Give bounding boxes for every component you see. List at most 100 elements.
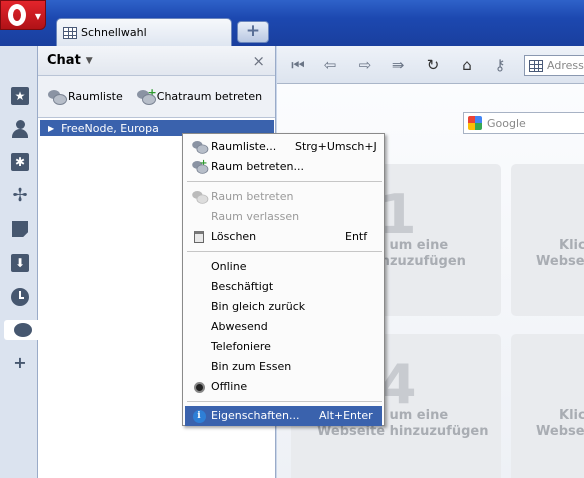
tile-text-1: , um eine — [380, 238, 449, 253]
settings-panel-button[interactable]: ✱ — [10, 152, 30, 172]
menu-item-label: Online — [211, 260, 247, 273]
chevron-down-icon[interactable]: ▼ — [86, 56, 93, 66]
key-icon[interactable]: ⚷ — [490, 55, 510, 75]
menu-item-label: Bin zum Essen — [211, 360, 292, 373]
chat-bubble-icon — [13, 323, 32, 337]
tile-text-2: Webseite hinzuzufügen — [317, 424, 489, 439]
tile-text-1: Klick — [559, 408, 584, 423]
menu-item-on-phone[interactable]: Telefoniere — [185, 337, 382, 357]
menu-item-busy[interactable]: Beschäftigt — [185, 277, 382, 297]
chat-add-icon: + — [136, 86, 157, 105]
room-list-label: Raumliste — [68, 90, 123, 103]
join-room-button[interactable]: + Chatraum betreten — [136, 86, 263, 105]
menu-item-label: Raum betreten... — [211, 160, 304, 173]
menu-separator — [187, 181, 382, 182]
clock-icon — [11, 288, 29, 306]
address-placeholder: Adresse — [547, 59, 584, 72]
menu-item-label: Telefoniere — [211, 340, 271, 353]
menu-item-label: Raum verlassen — [211, 210, 300, 223]
speed-dial-tile-2[interactable]: Klick Webseit — [511, 164, 584, 316]
speed-dial-tile-5[interactable]: Klick Webseit — [511, 334, 584, 478]
menu-item-shortcut: Entf — [345, 230, 368, 243]
plus-icon: + — [13, 352, 27, 372]
chat-panel-button[interactable] — [4, 320, 38, 340]
contacts-panel-button[interactable] — [10, 119, 30, 139]
back-arrow-icon[interactable]: ⇦ — [320, 55, 340, 75]
speed-dial-icon — [529, 59, 543, 72]
expand-arrow-icon[interactable]: ▶ — [48, 124, 54, 133]
context-menu: Raumliste... Strg+Umsch+J + Raum betrete… — [182, 133, 385, 426]
menu-item-properties[interactable]: i Eigenschaften... Alt+Enter — [185, 406, 382, 426]
navigation-toolbar: ⏮ ⇦ ⇨ ⇛ ↻ ⌂ ⚷ Adresse — [277, 46, 584, 84]
menu-item-be-right-back[interactable]: Bin gleich zurück — [185, 297, 382, 317]
menu-item-label: Eigenschaften... — [211, 409, 300, 422]
chat-bubbles-icon — [191, 140, 209, 154]
gear-icon: ✱ — [11, 153, 29, 171]
menu-item-room-list[interactable]: Raumliste... Strg+Umsch+J — [185, 137, 382, 157]
menu-item-label: Beschäftigt — [211, 280, 274, 293]
menu-item-leave-room[interactable]: Raum verlassen — [185, 207, 382, 227]
menu-item-enter-room[interactable]: Raum betreten — [185, 187, 382, 207]
menu-separator — [187, 251, 382, 252]
menu-item-label: Bin gleich zurück — [211, 300, 306, 313]
opera-menu-button[interactable]: ▼ — [0, 0, 46, 30]
speed-dial-icon — [63, 26, 77, 39]
tile-text-2: Webseit — [536, 424, 584, 439]
menu-item-shortcut: Strg+Umsch+J — [295, 140, 377, 153]
search-field[interactable]: Google — [463, 112, 584, 134]
menu-item-label: Raumliste... — [211, 140, 277, 153]
radio-selected-icon — [191, 380, 207, 394]
menu-item-delete[interactable]: Löschen Entf — [185, 227, 382, 247]
tile-text-2: Webseit — [536, 254, 584, 269]
menu-item-out-to-lunch[interactable]: Bin zum Essen — [185, 357, 382, 377]
star-icon: ★ — [11, 87, 29, 105]
menu-item-online[interactable]: Online — [185, 257, 382, 277]
address-field[interactable]: Adresse — [524, 55, 584, 76]
tab-label: Schnellwahl — [81, 26, 147, 39]
trash-icon — [191, 230, 207, 244]
info-icon: i — [191, 409, 207, 423]
home-icon[interactable]: ⌂ — [457, 55, 477, 75]
menu-item-join-room[interactable]: + Raum betreten... — [185, 157, 382, 177]
menu-item-shortcut: Alt+Enter — [319, 409, 373, 422]
join-room-label: Chatraum betreten — [156, 90, 263, 103]
tab-speed-dial[interactable]: Schnellwahl — [56, 18, 232, 46]
widgets-panel-button[interactable]: ✢ — [10, 186, 30, 206]
tile-text-1: Klick — [559, 238, 584, 253]
panel-toolbar: Raumliste + Chatraum betreten — [38, 76, 275, 118]
chevron-down-icon: ▼ — [34, 12, 41, 21]
person-icon — [12, 120, 28, 138]
menu-item-label: Löschen — [211, 230, 257, 243]
chat-add-icon: + — [191, 158, 209, 174]
menu-separator — [187, 401, 382, 402]
panel-icon-bar: ★ ✱ ✢ ⬇ + — [0, 46, 38, 478]
tile-text-1: , um eine — [380, 408, 449, 423]
download-icon: ⬇ — [11, 254, 29, 272]
notes-panel-button[interactable] — [10, 219, 30, 239]
menu-item-offline[interactable]: Offline — [185, 377, 382, 397]
chat-bubbles-icon — [48, 89, 67, 105]
search-placeholder: Google — [487, 116, 526, 130]
opera-logo-icon — [8, 4, 26, 26]
rewind-icon[interactable]: ⏮ — [288, 55, 308, 75]
menu-item-label: Offline — [211, 380, 248, 393]
panel-title[interactable]: Chat — [47, 53, 81, 68]
history-panel-button[interactable] — [10, 287, 30, 307]
close-icon[interactable]: × — [252, 52, 265, 70]
reload-icon[interactable]: ↻ — [423, 55, 443, 75]
note-icon — [12, 221, 28, 237]
bookmarks-panel-button[interactable]: ★ — [10, 86, 30, 106]
new-tab-button[interactable]: + — [237, 21, 269, 43]
title-bar: ▼ Schnellwahl + — [0, 0, 584, 46]
menu-item-label: Abwesend — [211, 320, 268, 333]
fast-forward-icon[interactable]: ⇛ — [388, 55, 408, 75]
room-list-button[interactable]: Raumliste — [48, 89, 123, 105]
account-name: FreeNode, Europa — [61, 121, 159, 135]
menu-item-label: Raum betreten — [211, 190, 294, 203]
forward-arrow-icon[interactable]: ⇨ — [355, 55, 375, 75]
menu-item-away[interactable]: Abwesend — [185, 317, 382, 337]
add-panel-button[interactable]: + — [10, 352, 30, 372]
panel-header: Chat ▼ × — [38, 46, 275, 76]
downloads-panel-button[interactable]: ⬇ — [10, 253, 30, 273]
fan-icon: ✢ — [12, 185, 28, 206]
